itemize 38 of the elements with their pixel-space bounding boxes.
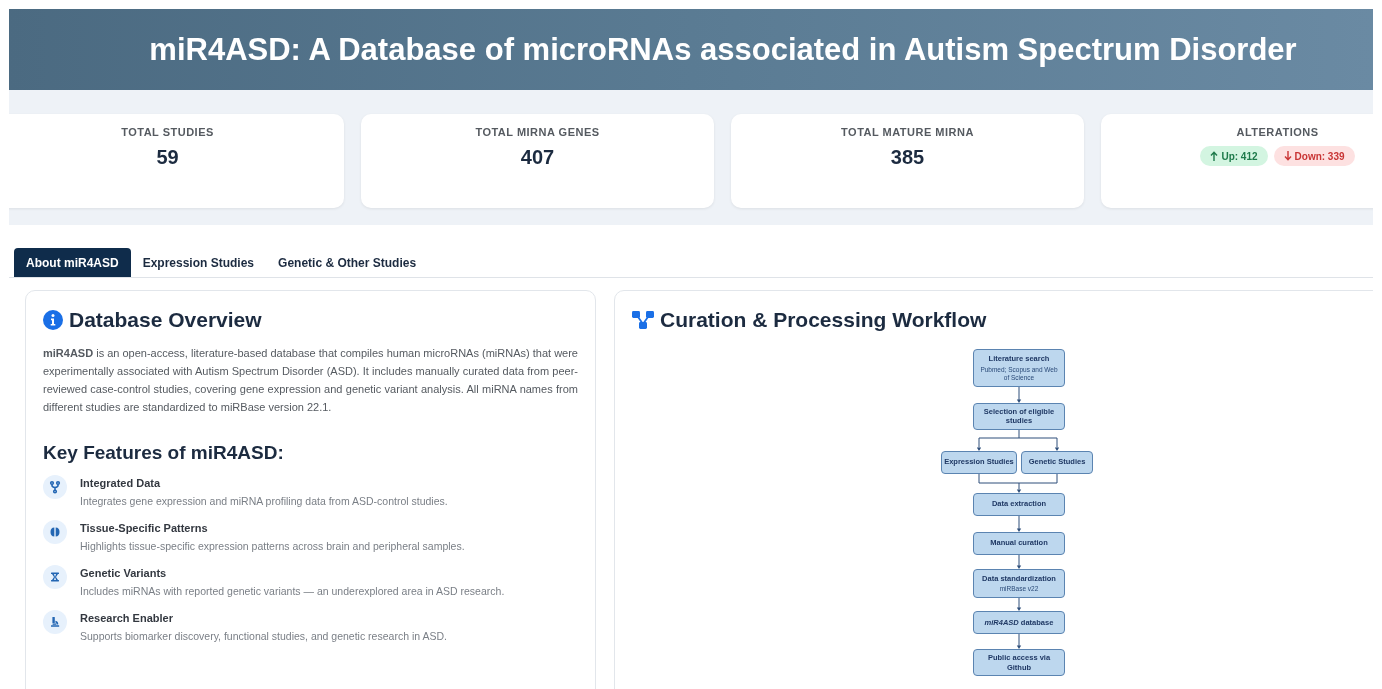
overview-text: miR4ASD is an open-access, literature-based database that compiles human microRNAs (miRNAs) that were experimentally associated with Autism Spectrum Disorder (ASD). It includes manually curated data from peer-reviewed case-control studies, covering gene expression and genetic variant analysis. All miRNA names from different studies are standardized to miRBase version 22.1. xyxy=(43,346,578,415)
feature-description: Highlights tissue-specific expression patterns across brain and peripheral samples. xyxy=(80,539,465,553)
feature-title: Integrated Data xyxy=(80,476,162,490)
flow-arrow xyxy=(1016,554,1022,569)
stat-value: 407 xyxy=(520,145,555,169)
tab[interactable]: Genetic & Other Studies xyxy=(266,248,429,277)
feature-title: Research Enabler xyxy=(80,611,174,625)
features-title: Key Features of miR4ASD: xyxy=(43,442,285,464)
alteration-count: Up: 412 xyxy=(1221,150,1258,162)
page-title: miR4ASD: A Database of microRNAs associated in Autism Spectrum Disorder xyxy=(149,31,1297,68)
tab[interactable]: About miR4ASD xyxy=(14,248,131,277)
stat-value: 59 xyxy=(156,145,179,169)
hourglass-icon xyxy=(43,565,67,589)
stat-label: ALTERATIONS xyxy=(1236,125,1319,139)
tab[interactable]: Expression Studies xyxy=(130,248,267,277)
microscope-icon xyxy=(43,610,67,634)
flow-arrow xyxy=(1016,386,1022,403)
stat-label: TOTAL MIRNA GENES xyxy=(475,125,600,139)
stat-label: TOTAL MATURE MIRNA xyxy=(841,125,974,139)
fork-icon xyxy=(43,475,67,499)
feature-description: Supports biomarker discovery, functional studies, and genetic research in ASD. xyxy=(80,629,447,643)
feature-title: Genetic Variants xyxy=(80,566,168,580)
flowchart-icon xyxy=(632,311,654,329)
stat-label: TOTAL STUDIES xyxy=(121,125,214,139)
arrow-up-icon xyxy=(1210,151,1219,161)
flow-arrow xyxy=(1016,634,1022,649)
feature-description: Includes miRNAs with reported genetic variants — an underexplored area in ASD research. xyxy=(80,584,505,598)
feature-description: Integrates gene expression and miRNA profiling data from ASD-control studies. xyxy=(80,494,448,508)
flow-arrow xyxy=(1016,515,1022,532)
flow-arrow xyxy=(1016,598,1022,611)
brain-icon xyxy=(43,520,67,544)
alteration-count: Down: 339 xyxy=(1294,150,1345,162)
stat-value: 385 xyxy=(890,145,925,169)
arrow-down-icon xyxy=(1283,151,1292,161)
section-title: Database Overview xyxy=(69,307,262,333)
info-icon xyxy=(43,310,63,330)
feature-title: Tissue-Specific Patterns xyxy=(80,521,209,535)
section-title: Curation & Processing Workflow xyxy=(660,307,987,333)
